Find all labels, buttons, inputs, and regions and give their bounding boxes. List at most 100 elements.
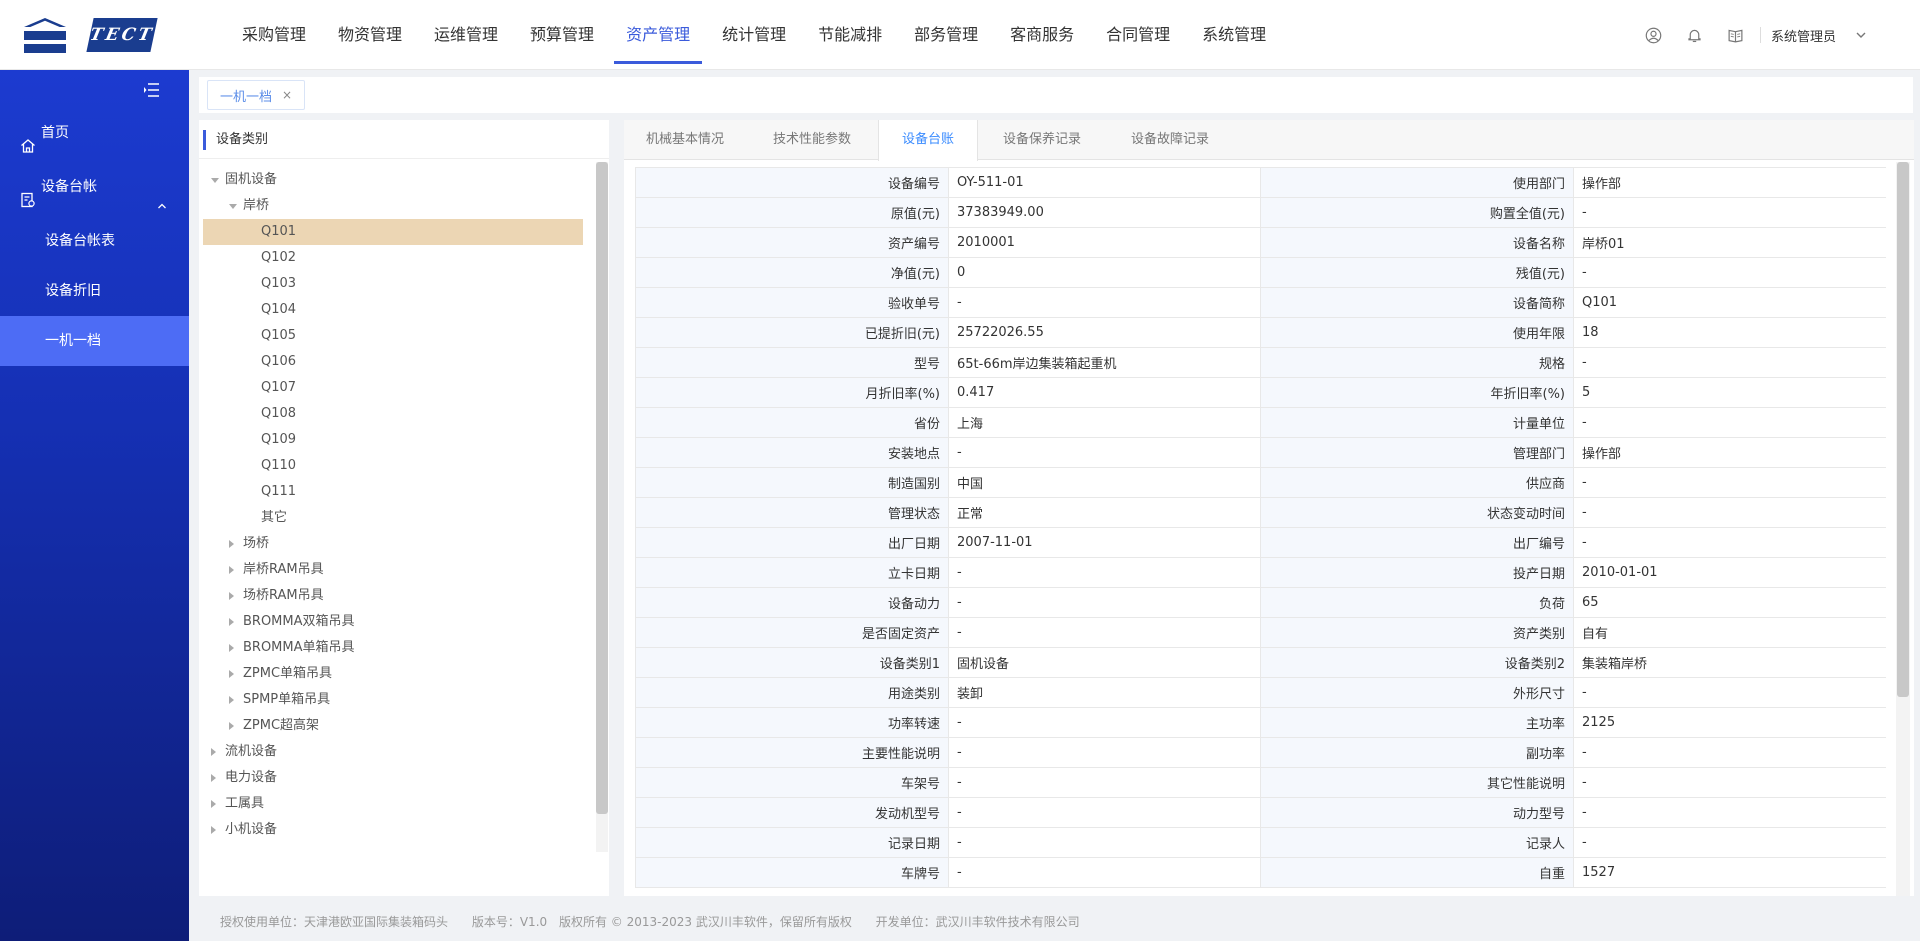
footer-version: 版本号：V1.0	[471, 915, 548, 929]
nav-item[interactable]: 资产管理	[614, 0, 703, 70]
sidebar-sub-depreciation[interactable]: 设备折旧	[0, 266, 189, 316]
tree-node[interactable]: SPMP单箱吊具	[203, 687, 583, 713]
sidebar-sub-ledger-table[interactable]: 设备台帐表	[0, 216, 189, 266]
tree-node-label: Q103	[261, 276, 297, 291]
scrollbar-thumb[interactable]	[1897, 162, 1909, 697]
caret-down-icon[interactable]	[211, 178, 219, 183]
tab[interactable]: 设备台账	[878, 120, 978, 161]
nav-item[interactable]: 客商服务	[998, 0, 1086, 70]
logo[interactable]: TECT	[24, 16, 158, 54]
tree-node[interactable]: Q111	[203, 479, 583, 505]
field-value: 2007-11-01	[948, 527, 1261, 558]
tree-node[interactable]: ZPMC单箱吊具	[203, 661, 583, 687]
book-icon[interactable]	[1726, 25, 1746, 45]
sidebar-item-home[interactable]: 首页	[0, 108, 189, 158]
tree-node-label: ZPMC单箱吊具	[243, 666, 333, 681]
field-label: 状态变动时间	[1260, 497, 1574, 528]
close-icon[interactable]: ×	[282, 88, 292, 102]
tree-node[interactable]: 场桥RAM吊具	[203, 583, 583, 609]
field-label: 省份	[635, 407, 949, 438]
tree-node[interactable]: 小机设备	[203, 817, 583, 843]
chevron-down-icon[interactable]	[1854, 28, 1868, 42]
tree-node[interactable]: 计量器具	[203, 843, 583, 847]
caret-right-icon[interactable]	[211, 748, 216, 756]
field-value: -	[948, 287, 1261, 318]
open-tab-tag[interactable]: 一机一档 ×	[207, 80, 306, 110]
tab[interactable]: 设备故障记录	[1106, 120, 1234, 160]
nav-item[interactable]: 物资管理	[326, 0, 414, 70]
user-name[interactable]: 系统管理员	[1771, 26, 1836, 45]
tree-node-label: Q107	[261, 380, 297, 395]
nav-item[interactable]: 合同管理	[1094, 0, 1182, 70]
nav-item[interactable]: 运维管理	[422, 0, 510, 70]
chevron-up-icon	[157, 182, 167, 209]
tree-node[interactable]: BROMMA单箱吊具	[203, 635, 583, 661]
nav-item[interactable]: 预算管理	[518, 0, 606, 70]
caret-right-icon[interactable]	[211, 826, 216, 834]
tree-node[interactable]: Q110	[203, 453, 583, 479]
tree-node[interactable]: 其它	[203, 505, 583, 531]
field-label: 车架号	[635, 767, 949, 798]
nav-item[interactable]: 部务管理	[902, 0, 990, 70]
tree-node[interactable]: Q107	[203, 375, 583, 401]
field-label: 使用部门	[1260, 167, 1574, 198]
detail-scrollbar[interactable]	[1896, 162, 1910, 896]
caret-right-icon[interactable]	[211, 800, 216, 808]
tab[interactable]: 设备保养记录	[978, 120, 1106, 160]
header-toolbar: 系统管理员	[1623, 22, 1868, 48]
caret-right-icon[interactable]	[229, 696, 234, 704]
nav-item[interactable]: 采购管理	[230, 0, 318, 70]
caret-right-icon[interactable]	[229, 566, 234, 574]
caret-right-icon[interactable]	[229, 592, 234, 600]
menu-collapse-icon[interactable]	[143, 82, 161, 98]
tree-node[interactable]: BROMMA双箱吊具	[203, 609, 583, 635]
tree-node[interactable]: Q106	[203, 349, 583, 375]
field-label: 设备编号	[635, 167, 949, 198]
nav-item[interactable]: 节能减排	[806, 0, 894, 70]
scrollbar-thumb[interactable]	[596, 162, 608, 814]
field-label: 副功率	[1260, 737, 1574, 768]
tab[interactable]: 技术性能参数	[746, 120, 878, 160]
nav-item[interactable]: 统计管理	[710, 0, 798, 70]
caret-down-icon[interactable]	[229, 204, 237, 209]
tree-node[interactable]: 固机设备	[203, 167, 583, 193]
tab[interactable]: 机械基本情况	[624, 120, 746, 160]
nav-item[interactable]: 系统管理	[1190, 0, 1278, 70]
caret-right-icon[interactable]	[229, 618, 234, 626]
field-value: 中国	[948, 467, 1261, 498]
field-value: -	[948, 797, 1261, 828]
field-label: 设备简称	[1260, 287, 1574, 318]
table-row: 功率转速 - 主功率 2125	[635, 707, 1886, 738]
tree-node[interactable]: ZPMC超高架	[203, 713, 583, 739]
tree-node[interactable]: Q103	[203, 271, 583, 297]
sidebar-sub-one-machine-one-file[interactable]: 一机一档	[0, 316, 189, 366]
tree-node[interactable]: Q109	[203, 427, 583, 453]
field-label: 车牌号	[635, 857, 949, 888]
caret-right-icon[interactable]	[211, 774, 216, 782]
field-label: 制造国别	[635, 467, 949, 498]
tree-node[interactable]: 工属具	[203, 791, 583, 817]
user-circle-icon[interactable]	[1644, 25, 1664, 45]
bell-icon[interactable]	[1685, 25, 1705, 45]
field-value: 操作部	[1573, 167, 1886, 198]
tree-node[interactable]: 岸桥RAM吊具	[203, 557, 583, 583]
field-value: -	[1573, 767, 1886, 798]
tree-node[interactable]: Q102	[203, 245, 583, 271]
tree-node[interactable]: 流机设备	[203, 739, 583, 765]
tree-node[interactable]: Q108	[203, 401, 583, 427]
table-row: 净值(元) 0 残值(元) -	[635, 257, 1886, 288]
caret-right-icon[interactable]	[229, 644, 234, 652]
tree-node[interactable]: Q101	[203, 219, 583, 245]
caret-right-icon[interactable]	[229, 722, 234, 730]
caret-right-icon[interactable]	[229, 540, 234, 548]
table-row: 出厂日期 2007-11-01 出厂编号 -	[635, 527, 1886, 558]
tree-node[interactable]: 场桥	[203, 531, 583, 557]
tree-node[interactable]: Q104	[203, 297, 583, 323]
caret-right-icon[interactable]	[229, 670, 234, 678]
sidebar-group-ledger[interactable]: 设备台帐	[0, 162, 189, 212]
tree-node[interactable]: Q105	[203, 323, 583, 349]
tree-node-label: Q102	[261, 250, 297, 265]
tree-node[interactable]: 岸桥	[203, 193, 583, 219]
tree-node[interactable]: 电力设备	[203, 765, 583, 791]
tree-scrollbar[interactable]	[596, 162, 608, 852]
